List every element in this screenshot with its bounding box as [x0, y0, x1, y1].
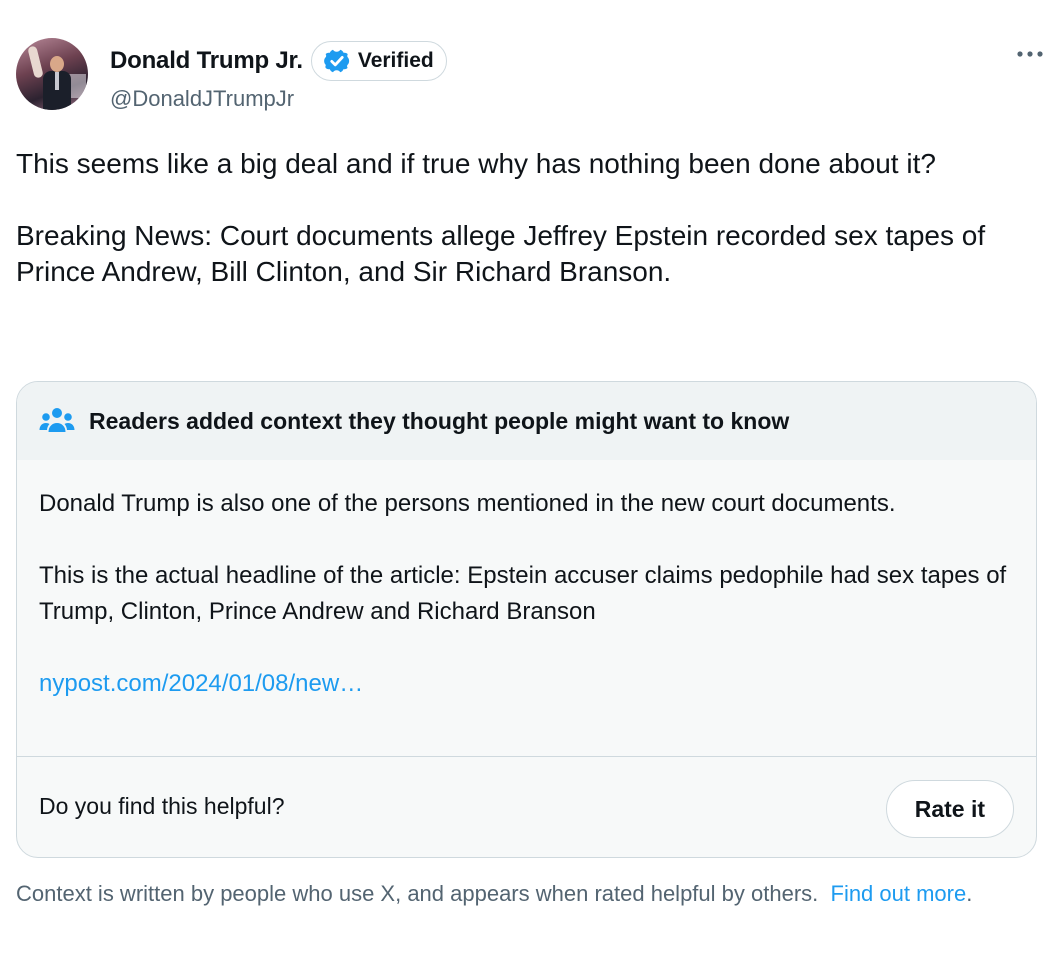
note-paragraph-1: Donald Trump is also one of the persons …	[39, 490, 896, 517]
verified-label: Verified	[357, 49, 434, 72]
more-options-icon	[1017, 51, 1043, 57]
disclaimer-text: Context is written by people who use X, …	[16, 881, 819, 906]
context-disclaimer: Context is written by people who use X, …	[16, 879, 1016, 909]
tweet-header: Donald Trump Jr. Verified @DonaldJTrumpJ…	[16, 38, 1048, 114]
author-handle[interactable]: @DonaldJTrumpJr	[110, 86, 294, 112]
helpful-prompt: Do you find this helpful?	[39, 793, 285, 819]
note-paragraph-2: This is the actual headline of the artic…	[39, 562, 1007, 625]
author-row: Donald Trump Jr. Verified	[110, 41, 447, 81]
author-name[interactable]: Donald Trump Jr.	[110, 47, 303, 75]
community-note-body: Donald Trump is also one of the persons …	[39, 486, 1019, 702]
community-note-title: Readers added context they thought peopl…	[89, 407, 790, 434]
tweet-paragraph-2: Breaking News: Court documents allege Je…	[16, 220, 986, 287]
tweet-text: This seems like a big deal and if true w…	[16, 146, 1026, 290]
community-note-footer: Do you find this helpful? Rate it	[17, 756, 1036, 857]
verified-badge-icon	[323, 49, 349, 73]
community-note-header: Readers added context they thought peopl…	[17, 382, 1036, 460]
people-group-icon	[39, 408, 75, 432]
more-options-button[interactable]	[1012, 44, 1048, 64]
disclaimer-suffix: .	[966, 881, 973, 906]
source-link[interactable]: nypost.com/2024/01/08/new…	[39, 670, 363, 697]
avatar[interactable]	[16, 38, 88, 110]
community-note: Readers added context they thought peopl…	[16, 381, 1037, 858]
tweet-paragraph-1: This seems like a big deal and if true w…	[16, 148, 936, 179]
rate-it-button[interactable]: Rate it	[885, 780, 1014, 838]
find-out-more-link[interactable]: Find out more	[831, 881, 967, 906]
verified-badge[interactable]: Verified	[310, 41, 447, 81]
